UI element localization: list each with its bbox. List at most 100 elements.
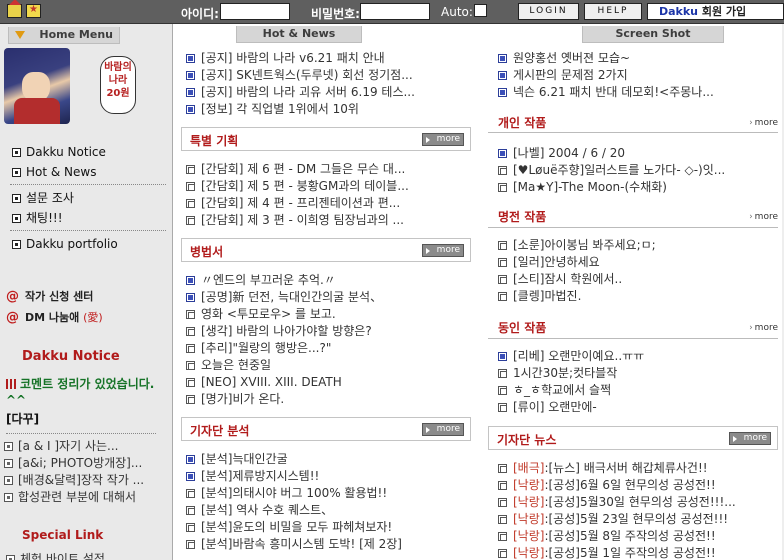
special-feature-header: 특별 기획 more <box>181 127 471 151</box>
more-button[interactable]: more <box>422 423 464 436</box>
list-item[interactable]: [a&i; PHOTO방개장]... <box>4 455 170 472</box>
list-item[interactable]: [낙랑]:[공성]5월30일 현무의성 공성전!!!... <box>498 494 780 511</box>
screen-shot-header: Screen Shot <box>582 26 724 43</box>
list-item[interactable]: [♥Løuё주향]일러스트를 노가다- ◇-)잇... <box>498 162 780 179</box>
more-button[interactable]: more <box>422 244 464 257</box>
sidebar-item-hot-news[interactable]: Hot & News <box>12 162 106 182</box>
list-item[interactable]: [배극]:[뉴스] 배극서버 해갑체류사건!! <box>498 460 780 477</box>
list-item[interactable]: ㅎ_ㅎ학교에서 슬쩍 <box>498 382 780 399</box>
gray-bullet-icon <box>186 310 195 319</box>
reporter-news-list: [배극]:[뉴스] 배극서버 해갑체류사건!! [낙랑]:[공성]6월 6일 현… <box>498 460 780 560</box>
list-item[interactable]: 넥슨 6.21 패치 반대 데모회!<주몽나... <box>498 84 780 101</box>
list-item[interactable]: 1시간30분;컷타블작 <box>498 365 780 382</box>
blue-bullet-icon <box>186 54 195 63</box>
list-item[interactable]: [간담회] 제 6 편 - DM 그들은 무슨 대... <box>186 161 474 178</box>
list-item[interactable]: [낙랑]:[공성]5월 23일 현무의성 공성전!!! <box>498 511 780 528</box>
list-item[interactable]: [분석]늑대인간굴 <box>186 451 474 468</box>
list-item[interactable]: [a & I ]자기 사는... <box>4 438 170 455</box>
list-item[interactable]: [정보] 각 직업별 1위에서 10위 <box>186 101 474 118</box>
gray-bullet-icon <box>498 498 507 507</box>
list-item[interactable]: [낙랑]:[공성]6월 6일 현무의성 공성전!! <box>498 477 780 494</box>
blue-bullet-icon <box>186 105 195 114</box>
list-item[interactable]: [공지] 바람의 나라 v6.21 패치 안내 <box>186 50 474 67</box>
home-menu-header: Home Menu <box>8 27 120 44</box>
checkbox-bullet-icon <box>4 476 13 485</box>
list-item[interactable]: [류이] 오랜만에- <box>498 399 780 416</box>
more-link[interactable]: more <box>749 323 778 333</box>
square-bullet-icon <box>12 167 21 177</box>
list-item[interactable]: [낙랑]:[공성]5월 8일 주작의성 공성전!! <box>498 528 780 545</box>
list-item[interactable]: [분석] 역사 수호 퀘스트、 <box>186 502 474 519</box>
help-button[interactable]: HELP <box>584 3 642 20</box>
list-item[interactable]: [간담회] 제 3 편 - 이희영 팀장님과의 ... <box>186 212 474 229</box>
join-button[interactable]: Dakku 회원 가입 <box>647 3 784 20</box>
divider <box>488 338 778 339</box>
gray-bullet-icon <box>498 532 507 541</box>
gray-bullet-icon <box>186 378 195 387</box>
list-item[interactable]: 오늘은 현중일 <box>186 357 474 374</box>
list-item[interactable]: [간담회] 제 4 편 - 프리젠테이션과 편... <box>186 195 474 212</box>
list-item[interactable]: 영화 <투모로우> 를 보고. <box>186 306 474 323</box>
more-button[interactable]: more <box>422 133 464 146</box>
list-item[interactable]: [분석]윤도의 비밀을 모두 파헤쳐보자! <box>186 519 474 536</box>
list-item[interactable]: [공지] 바람의 나라 괴유 서버 6.19 테스... <box>186 84 474 101</box>
list-item[interactable]: [추리]"월랑의 행방은...?" <box>186 340 474 357</box>
special-link-item[interactable]: 체험 바이트 설정 <box>6 550 105 560</box>
notice-heading: Dakku Notice <box>22 349 120 364</box>
list-item[interactable]: [분석]바람속 흥미시스템 도박! [제 2장] <box>186 536 474 553</box>
sidebar-item-portfolio[interactable]: Dakku portfolio <box>12 234 118 254</box>
list-item[interactable]: [소룬]아이봉님 봐주세요;ㅁ; <box>498 237 780 254</box>
more-link[interactable]: more <box>749 118 778 128</box>
home-icon[interactable] <box>7 0 22 18</box>
gray-bullet-icon <box>498 241 507 250</box>
sidebar-item-chat[interactable]: 채팅!!! <box>12 208 74 228</box>
favorite-icon[interactable] <box>26 4 41 18</box>
list-item[interactable]: 합성관련 부분에 대해서 <box>4 489 170 506</box>
id-input[interactable] <box>220 3 290 20</box>
list-item[interactable]: 〃엔드의 부끄러운 추억.〃 <box>186 272 474 289</box>
checkbox-bullet-icon <box>6 555 15 560</box>
list-item[interactable]: [낙랑]:[공성]5월 1일 주작의성 공성전!! <box>498 545 780 560</box>
login-button[interactable]: LOGIN <box>518 3 579 20</box>
hot-news-column: Hot & News [공지] 바람의 나라 v6.21 패치 안내 [공지] … <box>174 24 480 560</box>
list-item[interactable]: [공지] SK넨트웍스(두루넷) 회선 정기점... <box>186 67 474 84</box>
auto-login-checkbox[interactable] <box>474 4 487 17</box>
password-label: 비밀번호: <box>311 7 360 21</box>
more-button[interactable]: more <box>729 432 771 445</box>
list-item[interactable]: 원양홍선 옛버젼 모습~ <box>498 50 780 67</box>
speech-bubble: 바람의 나라 20원 <box>100 56 136 114</box>
divider <box>6 433 156 434</box>
list-item[interactable]: [NEO] XVIII. XIII. DEATH <box>186 374 474 391</box>
notice-item[interactable]: 코멘트 정리가 있었습니다. ^^ <box>6 376 170 408</box>
list-item[interactable]: [배경&달력]장작 작가 ... <box>4 472 170 489</box>
list-item[interactable]: [생각] 바람의 나아가야할 방향은? <box>186 323 474 340</box>
list-item[interactable]: [일러]안녕하세요 <box>498 254 780 271</box>
gray-bullet-icon <box>498 515 507 524</box>
more-link[interactable]: more <box>749 212 778 222</box>
dm-share-link[interactable]: @ DM 나눔애 (愛) <box>6 309 103 325</box>
gray-bullet-icon <box>498 275 507 284</box>
list-item[interactable]: [분석]의태시야 버그 100% 활용법!! <box>186 485 474 502</box>
list-item[interactable]: 게시판의 문제점 2가지 <box>498 67 780 84</box>
gray-bullet-icon <box>498 183 507 192</box>
gray-bullet-icon <box>186 327 195 336</box>
sidebar-item-survey[interactable]: 설문 조사 <box>12 188 74 208</box>
gray-bullet-icon <box>186 395 195 404</box>
at-icon: @ <box>6 309 19 325</box>
list-item[interactable]: [클렝]마법진. <box>498 288 780 305</box>
left-sidebar: Home Menu 바람의 나라 20원 Dakku Notice Hot & … <box>0 24 173 560</box>
list-item[interactable]: [명가]비가 온다. <box>186 391 474 408</box>
list-item[interactable]: [나벨] 2004 / 6 / 20 <box>498 145 780 162</box>
list-item[interactable]: [간담회] 제 5 편 - 붕황GM과의 테이블... <box>186 178 474 195</box>
list-item[interactable]: [Ma★Y]-The Moon-(수채화) <box>498 179 780 196</box>
list-item[interactable]: [공명]新 던전, 늑대인간의굴 분석、 <box>186 289 474 306</box>
list-item[interactable]: [분석]제류방지시스템!! <box>186 468 474 485</box>
password-input[interactable] <box>360 3 430 20</box>
list-item[interactable]: [스티]잠시 학원에서.. <box>498 271 780 288</box>
checkbox-bullet-icon <box>4 459 13 468</box>
gray-bullet-icon <box>186 216 195 225</box>
left-menu-group-1: Dakku Notice Hot & News <box>12 142 106 182</box>
list-item[interactable]: [리베] 오랜만이예요..ㅠㅠ <box>498 348 780 365</box>
writer-apply-link[interactable]: @ 작가 신청 센터 <box>6 288 93 304</box>
sidebar-item-notice[interactable]: Dakku Notice <box>12 142 106 162</box>
